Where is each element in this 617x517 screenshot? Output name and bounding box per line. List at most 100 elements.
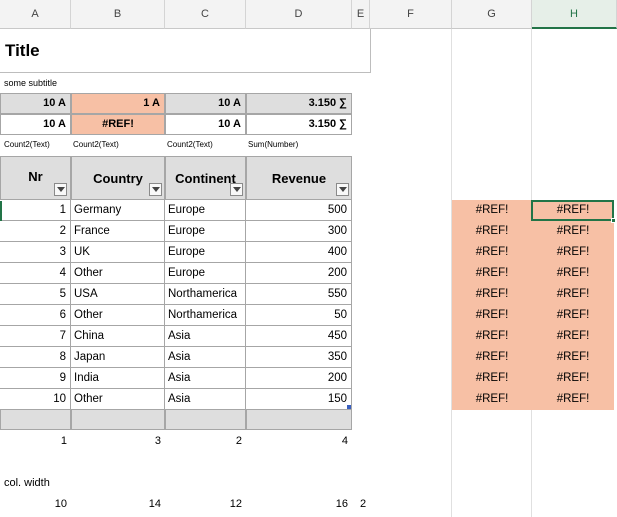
table-cell-continent[interactable]: Europe	[165, 263, 246, 284]
table-cell-revenue[interactable]: 150	[246, 389, 352, 410]
table-header-nr[interactable]: Nr	[0, 156, 71, 200]
table-cell-country[interactable]: Japan	[71, 347, 165, 368]
function-label[interactable]: Sum(Number)	[248, 139, 298, 151]
col-width-value[interactable]: 14	[71, 496, 165, 512]
summary-cell[interactable]: 10 A	[0, 93, 71, 114]
column-index[interactable]: 2	[165, 433, 246, 449]
ref-error-cell-g[interactable]: #REF!	[452, 242, 532, 263]
table-cell-continent[interactable]: Northamerica	[165, 305, 246, 326]
ref-error-cell-h[interactable]: #REF!	[532, 347, 614, 368]
table-cell-country[interactable]: USA	[71, 284, 165, 305]
table-cell-nr[interactable]: 4	[0, 263, 71, 284]
active-cell-selection[interactable]	[531, 200, 614, 221]
column-header-g[interactable]: G	[452, 0, 532, 29]
table-cell-revenue[interactable]: 500	[246, 200, 352, 221]
summary-cell[interactable]: 10 A	[165, 93, 246, 114]
function-label[interactable]: Count2(Text)	[167, 139, 213, 151]
table-cell-revenue[interactable]: 300	[246, 221, 352, 242]
col-width-value[interactable]: 10	[0, 496, 71, 512]
table-cell-nr[interactable]: 2	[0, 221, 71, 242]
column-header-a[interactable]: A	[0, 0, 71, 29]
column-header-d[interactable]: D	[246, 0, 352, 29]
table-cell-country[interactable]: Other	[71, 305, 165, 326]
table-cell-nr[interactable]: 5	[0, 284, 71, 305]
summary-cell[interactable]: 3.150 ∑	[246, 114, 352, 135]
table-cell-continent[interactable]: Europe	[165, 200, 246, 221]
table-cell-revenue[interactable]: 450	[246, 326, 352, 347]
table-cell-nr[interactable]: 3	[0, 242, 71, 263]
ref-error-cell-h[interactable]: #REF!	[532, 389, 614, 410]
total-row-cell[interactable]	[0, 409, 71, 430]
ref-error-cell-g[interactable]: #REF!	[452, 305, 532, 326]
summary-cell[interactable]: 3.150 ∑	[246, 93, 352, 114]
table-header-revenue[interactable]: Revenue	[246, 156, 352, 200]
ref-error-cell-g[interactable]: #REF!	[452, 284, 532, 305]
table-cell-revenue[interactable]: 200	[246, 368, 352, 389]
table-cell-continent[interactable]: Asia	[165, 347, 246, 368]
table-cell-continent[interactable]: Europe	[165, 221, 246, 242]
col-width-value[interactable]: 16	[246, 496, 352, 512]
column-header-f[interactable]: F	[370, 0, 452, 29]
function-label[interactable]: Count2(Text)	[73, 139, 119, 151]
col-width-value[interactable]: 2	[358, 496, 372, 512]
column-index[interactable]: 4	[246, 433, 352, 449]
ref-error-cell-g[interactable]: #REF!	[452, 368, 532, 389]
total-row-cell[interactable]	[165, 409, 246, 430]
column-index[interactable]: 3	[71, 433, 165, 449]
function-label[interactable]: Count2(Text)	[4, 139, 50, 151]
column-header-e[interactable]: E	[352, 0, 370, 29]
filter-dropdown-icon[interactable]	[54, 183, 67, 196]
ref-error-cell-h[interactable]: #REF!	[532, 368, 614, 389]
table-cell-country[interactable]: UK	[71, 242, 165, 263]
table-cell-nr[interactable]: 10	[0, 389, 71, 410]
table-cell-continent[interactable]: Northamerica	[165, 284, 246, 305]
ref-error-cell-h[interactable]: #REF!	[532, 305, 614, 326]
column-header-b[interactable]: B	[71, 0, 165, 29]
fill-handle[interactable]	[611, 218, 616, 223]
table-cell-revenue[interactable]: 200	[246, 263, 352, 284]
col-width-value[interactable]: 12	[165, 496, 246, 512]
table-cell-nr[interactable]: 1	[0, 200, 71, 221]
ref-error-cell-g[interactable]: #REF!	[452, 221, 532, 242]
ref-error-cell-g[interactable]: #REF!	[452, 389, 532, 410]
table-cell-country[interactable]: Other	[71, 263, 165, 284]
column-index[interactable]: 1	[0, 433, 71, 449]
filter-dropdown-icon[interactable]	[230, 183, 243, 196]
total-row-cell[interactable]	[246, 409, 352, 430]
ref-error-cell-h[interactable]: #REF!	[532, 326, 614, 347]
table-cell-country[interactable]: Other	[71, 389, 165, 410]
table-cell-nr[interactable]: 7	[0, 326, 71, 347]
table-cell-country[interactable]: France	[71, 221, 165, 242]
total-row-cell[interactable]	[71, 409, 165, 430]
table-cell-continent[interactable]: Europe	[165, 242, 246, 263]
col-width-label[interactable]: col. width	[4, 475, 50, 491]
column-header-c[interactable]: C	[165, 0, 246, 29]
ref-error-cell-g[interactable]: #REF!	[452, 263, 532, 284]
summary-cell[interactable]: 1 A	[71, 93, 165, 114]
table-cell-country[interactable]: Germany	[71, 200, 165, 221]
ref-error-cell-g[interactable]: #REF!	[452, 200, 532, 221]
summary-cell-error[interactable]: #REF!	[71, 114, 165, 135]
table-cell-country[interactable]: India	[71, 368, 165, 389]
ref-error-cell-h[interactable]: #REF!	[532, 221, 614, 242]
table-cell-continent[interactable]: Asia	[165, 326, 246, 347]
table-cell-revenue[interactable]: 350	[246, 347, 352, 368]
table-cell-nr[interactable]: 6	[0, 305, 71, 326]
table-cell-revenue[interactable]: 550	[246, 284, 352, 305]
table-cell-nr[interactable]: 8	[0, 347, 71, 368]
table-cell-continent[interactable]: Asia	[165, 389, 246, 410]
filter-dropdown-icon[interactable]	[336, 183, 349, 196]
summary-cell[interactable]: 10 A	[165, 114, 246, 135]
table-cell-revenue[interactable]: 400	[246, 242, 352, 263]
ref-error-cell-h[interactable]: #REF!	[532, 263, 614, 284]
ref-error-cell-g[interactable]: #REF!	[452, 326, 532, 347]
table-header-continent[interactable]: Continent	[165, 156, 246, 200]
table-cell-revenue[interactable]: 50	[246, 305, 352, 326]
summary-cell[interactable]: 10 A	[0, 114, 71, 135]
column-header-h[interactable]: H	[532, 0, 617, 29]
ref-error-cell-g[interactable]: #REF!	[452, 347, 532, 368]
table-cell-nr[interactable]: 9	[0, 368, 71, 389]
filter-dropdown-icon[interactable]	[149, 183, 162, 196]
table-cell-continent[interactable]: Asia	[165, 368, 246, 389]
sheet-subtitle[interactable]: some subtitle	[4, 76, 57, 90]
